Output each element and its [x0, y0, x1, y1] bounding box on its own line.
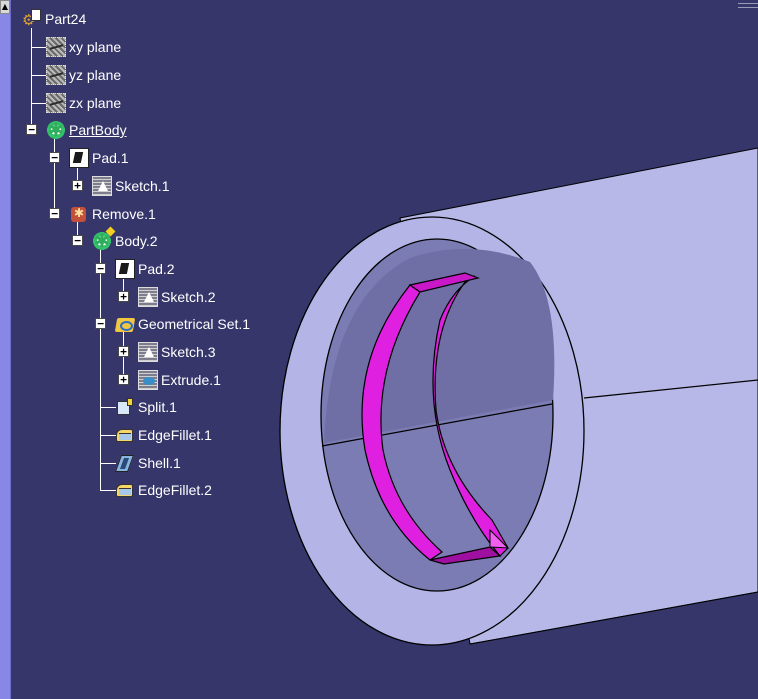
tree-node-label: Remove.1 [92, 206, 156, 222]
expander-geoset1[interactable]: − [95, 318, 106, 329]
tree-node-pad1[interactable]: Pad.1 [69, 146, 129, 170]
sketch-icon [92, 176, 112, 196]
split-icon [115, 397, 135, 417]
tree-node-label: Split.1 [138, 399, 177, 415]
pad-icon [115, 259, 135, 279]
tree-node-partbody[interactable]: PartBody [46, 118, 127, 142]
specification-tree[interactable]: − − + − − − + − + + Part24 xy plane yz p… [0, 0, 300, 520]
tree-node-label: EdgeFillet.2 [138, 482, 212, 498]
expander-sketch2[interactable]: + [118, 291, 129, 302]
tree-line [31, 47, 47, 48]
plane-icon [46, 65, 66, 85]
vertical-scrollbar[interactable]: ▲ [0, 0, 11, 699]
tree-node-split1[interactable]: Split.1 [115, 395, 177, 419]
tree-line [100, 407, 116, 408]
tree-node-label: Sketch.1 [115, 178, 170, 194]
divider [738, 3, 758, 4]
window-edge-decoration [738, 0, 758, 12]
sketch-icon [138, 287, 158, 307]
tree-node-zx-plane[interactable]: zx plane [46, 91, 121, 115]
tree-node-edgefillet2[interactable]: EdgeFillet.2 [115, 478, 212, 502]
shell-icon [115, 453, 135, 473]
tree-node-body2[interactable]: Body.2 [92, 229, 158, 253]
tree-line [54, 138, 55, 216]
tree-node-edgefillet1[interactable]: EdgeFillet.1 [115, 423, 212, 447]
scroll-up-button[interactable]: ▲ [0, 0, 10, 14]
plane-icon [46, 37, 66, 57]
tree-node-label: Sketch.2 [161, 289, 216, 305]
tree-node-label: Geometrical Set.1 [138, 316, 251, 332]
tree-node-sketch2[interactable]: Sketch.2 [138, 285, 215, 309]
part-icon [22, 9, 42, 29]
pad-icon [69, 148, 89, 168]
tree-node-label: Body.2 [115, 233, 158, 249]
tree-node-label: PartBody [69, 122, 127, 138]
expander-partbody[interactable]: − [26, 124, 37, 135]
expander-pad1[interactable]: − [49, 152, 60, 163]
tree-node-sketch3[interactable]: Sketch.3 [138, 340, 215, 364]
expander-pad2[interactable]: − [95, 263, 106, 274]
expander-extrude1[interactable]: + [118, 374, 129, 385]
tree-line [100, 435, 116, 436]
tree-line [31, 75, 47, 76]
body-gear-icon [46, 119, 66, 141]
tree-line [31, 103, 47, 104]
tree-node-remove1[interactable]: Remove.1 [69, 202, 156, 226]
tree-line [100, 490, 116, 491]
edge-fillet-icon [115, 425, 135, 445]
tree-node-label: zx plane [69, 95, 122, 111]
plane-icon [46, 93, 66, 113]
remove-icon [69, 204, 89, 224]
tree-node-label: Shell.1 [138, 455, 181, 471]
tree-node-label: Sketch.3 [161, 344, 216, 360]
tree-node-label: Pad.2 [138, 261, 175, 277]
tree-node-label: yz plane [69, 67, 122, 83]
expander-sketch3[interactable]: + [118, 346, 129, 357]
tree-node-part24[interactable]: Part24 [22, 7, 86, 31]
expander-body2[interactable]: − [72, 235, 83, 246]
tree-node-xy-plane[interactable]: xy plane [46, 35, 121, 59]
tree-node-geometrical-set1[interactable]: Geometrical Set.1 [115, 312, 250, 336]
tree-node-sketch1[interactable]: Sketch.1 [92, 174, 169, 198]
tree-node-shell1[interactable]: Shell.1 [115, 451, 181, 475]
geometrical-set-icon [115, 314, 135, 334]
body-gear-icon [92, 230, 112, 252]
tree-node-pad2[interactable]: Pad.2 [115, 257, 175, 281]
3d-viewport[interactable]: − − + − − − + − + + Part24 xy plane yz p… [0, 0, 758, 699]
tree-node-label: Extrude.1 [161, 372, 221, 388]
extrude-icon [138, 370, 158, 390]
tree-node-label: xy plane [69, 39, 122, 55]
expander-sketch1[interactable]: + [72, 180, 83, 191]
tree-node-yz-plane[interactable]: yz plane [46, 63, 121, 87]
tree-node-extrude1[interactable]: Extrude.1 [138, 368, 221, 392]
tree-line [100, 463, 116, 464]
edge-fillet-icon [115, 480, 135, 500]
tree-line [100, 248, 101, 490]
tree-node-label: Part24 [45, 11, 87, 27]
expander-remove1[interactable]: − [49, 208, 60, 219]
tree-node-label: EdgeFillet.1 [138, 427, 212, 443]
tree-node-label: Pad.1 [92, 150, 129, 166]
tree-line [31, 28, 32, 132]
divider [738, 7, 758, 8]
sketch-icon [138, 342, 158, 362]
